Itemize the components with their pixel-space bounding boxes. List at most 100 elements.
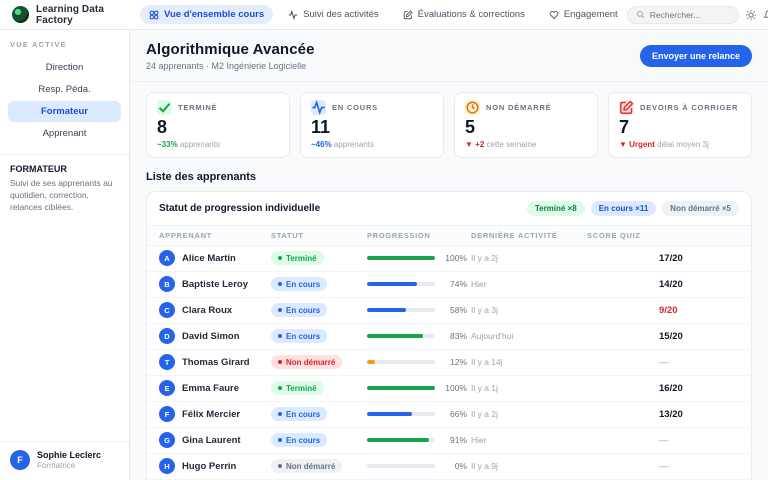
table-row[interactable]: T Thomas Girard Non démarré 12% Il y a 1… bbox=[147, 350, 751, 376]
learner-name: Félix Mercier bbox=[182, 409, 240, 420]
search-box[interactable] bbox=[627, 6, 739, 24]
progress-bar bbox=[367, 438, 435, 442]
status-dot-icon bbox=[278, 464, 282, 468]
edit-icon bbox=[403, 10, 413, 20]
stat-value: 8 bbox=[157, 117, 279, 138]
activity-icon bbox=[311, 100, 326, 115]
learners-table-card: Statut de progression individuelle Termi… bbox=[146, 191, 752, 480]
user-avatar: F bbox=[10, 450, 30, 470]
progress-percent: 100% bbox=[441, 383, 467, 393]
search-icon bbox=[636, 10, 645, 19]
nav-tab--valuations-corrections[interactable]: Évaluations & corrections bbox=[394, 5, 534, 24]
sun-icon bbox=[745, 9, 757, 21]
nav-tab-suivi-des-activit-s[interactable]: Suivi des activités bbox=[279, 5, 388, 24]
sidebar-item-resp-p-da-[interactable]: Resp. Péda. bbox=[8, 79, 121, 100]
status-dot-icon bbox=[278, 386, 282, 390]
table-row[interactable]: G Gina Laurent En cours 91% Hier — bbox=[147, 428, 751, 454]
sidebar-section-title: VUE ACTIVE bbox=[0, 40, 129, 49]
learner-avatar: C bbox=[159, 302, 175, 318]
progress-bar bbox=[367, 308, 435, 312]
column-header: APPRENANT bbox=[159, 231, 271, 240]
search-input[interactable] bbox=[650, 10, 730, 20]
learner-name: Alice Martin bbox=[182, 253, 236, 264]
sidebar-items: DirectionResp. Péda.FormateurApprenant bbox=[0, 56, 129, 145]
progress-bar bbox=[367, 334, 435, 338]
brand: Learning Data Factory bbox=[12, 4, 130, 26]
sidebar-item-formateur[interactable]: Formateur bbox=[8, 101, 121, 122]
user-profile[interactable]: F Sophie Leclerc Formatrice bbox=[0, 441, 129, 480]
bell-icon bbox=[763, 9, 768, 21]
progress-percent: 100% bbox=[441, 253, 467, 263]
table-row[interactable]: C Clara Roux En cours 58% Il y a 3j 9/20 bbox=[147, 298, 751, 324]
table-row[interactable]: H Hugo Perrin Non démarré 0% Il y a 9j — bbox=[147, 454, 751, 480]
nav-tab-vue-d-ensemble-cours[interactable]: Vue d'ensemble cours bbox=[140, 5, 273, 24]
role-description: Suivi de ses apprenants au quotidien, co… bbox=[0, 178, 129, 214]
status-badge: Terminé bbox=[271, 251, 324, 265]
top-nav: Vue d'ensemble cours Suivi des activités É… bbox=[140, 5, 627, 24]
quiz-score: 13/20 bbox=[587, 409, 739, 420]
progress-bar bbox=[367, 464, 435, 468]
learner-avatar: A bbox=[159, 250, 175, 266]
notifications-button[interactable] bbox=[763, 5, 768, 25]
stat-label: DEVOIRS À CORRIGER bbox=[640, 103, 738, 112]
activity-icon bbox=[288, 10, 298, 20]
activity-icon bbox=[288, 10, 298, 20]
course-header: Algorithmique Avancée 24 apprenants · M2… bbox=[130, 30, 768, 82]
table-row[interactable]: B Baptiste Leroy En cours 74% Hier 14/20 bbox=[147, 272, 751, 298]
stat-card: DEVOIRS À CORRIGER 7 ▼ Urgent délai moye… bbox=[608, 92, 752, 158]
status-badge: Terminé bbox=[271, 381, 324, 395]
last-activity: Il y a 2j bbox=[471, 253, 587, 263]
learner-name: Emma Faure bbox=[182, 383, 239, 394]
edit-icon bbox=[619, 100, 634, 115]
progress-percent: 58% bbox=[441, 305, 467, 315]
learner-avatar: T bbox=[159, 354, 175, 370]
stat-label: EN COURS bbox=[332, 103, 378, 112]
learner-avatar: E bbox=[159, 380, 175, 396]
progress-bar bbox=[367, 412, 435, 416]
table-row[interactable]: A Alice Martin Terminé 100% Il y a 2j 17… bbox=[147, 246, 751, 272]
stat-subtext: ▼ Urgent délai moyen 3j bbox=[619, 140, 741, 149]
status-badge: Non démarré bbox=[271, 459, 342, 473]
progress-bar bbox=[367, 256, 435, 260]
learner-avatar: G bbox=[159, 432, 175, 448]
send-reminder-button[interactable]: Envoyer une relance bbox=[640, 45, 752, 67]
learner-name: Clara Roux bbox=[182, 305, 232, 316]
divider bbox=[0, 154, 129, 155]
stat-label: TERMINÉ bbox=[178, 103, 217, 112]
last-activity: Il y a 14j bbox=[471, 357, 587, 367]
role-title: FORMATEUR bbox=[0, 164, 129, 174]
app-logo-icon bbox=[12, 6, 29, 23]
sidebar-item-apprenant[interactable]: Apprenant bbox=[8, 123, 121, 144]
sidebar-item-direction[interactable]: Direction bbox=[8, 57, 121, 78]
stat-card: EN COURS 11 ~46% apprenants bbox=[300, 92, 444, 158]
status-badge: En cours bbox=[271, 303, 327, 317]
table-header-row: APPRENANTSTATUTPROGRESSIONDERNIÈRE ACTIV… bbox=[147, 225, 751, 246]
progress-bar bbox=[367, 282, 435, 286]
status-badge: En cours bbox=[271, 277, 327, 291]
quiz-score: 14/20 bbox=[587, 279, 739, 290]
grid-icon bbox=[149, 10, 159, 20]
last-activity: Hier bbox=[471, 279, 587, 289]
status-dot-icon bbox=[278, 412, 282, 416]
sidebar: VUE ACTIVE DirectionResp. Péda.Formateur… bbox=[0, 30, 130, 480]
nav-tab-engagement[interactable]: Engagement bbox=[540, 5, 627, 24]
stat-card: TERMINÉ 8 ~33% apprenants bbox=[146, 92, 290, 158]
learner-avatar: F bbox=[159, 406, 175, 422]
progress-percent: 66% bbox=[441, 409, 467, 419]
filter-badge[interactable]: En cours ×11 bbox=[591, 201, 657, 216]
table-row[interactable]: D David Simon En cours 83% Aujourd'hui 1… bbox=[147, 324, 751, 350]
table-card-title: Statut de progression individuelle bbox=[159, 203, 320, 214]
filter-badge[interactable]: Non démarré ×5 bbox=[662, 201, 739, 216]
check-icon bbox=[157, 100, 172, 115]
column-header: DERNIÈRE ACTIVITÉ bbox=[471, 231, 587, 240]
theme-toggle-button[interactable] bbox=[745, 5, 757, 25]
table-body: A Alice Martin Terminé 100% Il y a 2j 17… bbox=[147, 246, 751, 480]
status-dot-icon bbox=[278, 334, 282, 338]
progress-bar bbox=[367, 386, 435, 390]
table-row[interactable]: E Emma Faure Terminé 100% Il y a 1j 16/2… bbox=[147, 376, 751, 402]
table-row[interactable]: F Félix Mercier En cours 66% Il y a 2j 1… bbox=[147, 402, 751, 428]
user-role: Formatrice bbox=[37, 461, 101, 470]
status-dot-icon bbox=[278, 282, 282, 286]
filter-badge[interactable]: Terminé ×8 bbox=[527, 201, 585, 216]
status-dot-icon bbox=[278, 256, 282, 260]
